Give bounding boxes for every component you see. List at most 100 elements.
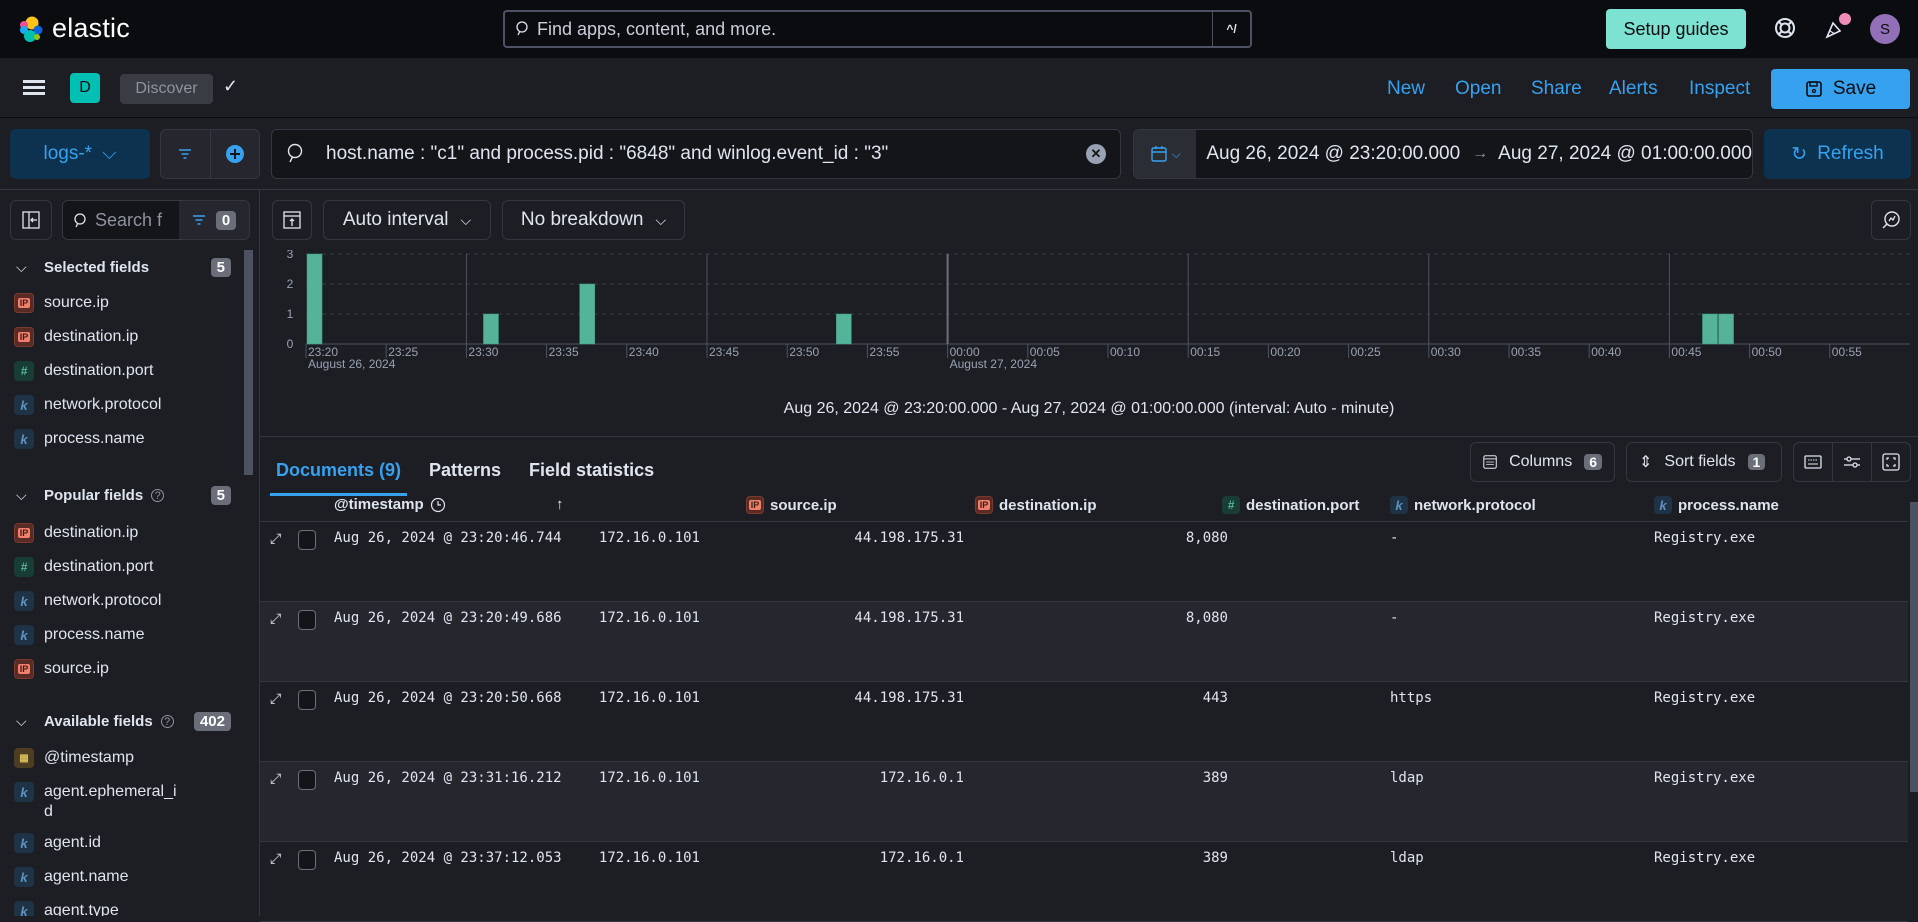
breadcrumb-discover[interactable]: Discover xyxy=(120,74,213,104)
y-tick-label: 2 xyxy=(287,277,294,291)
table-row[interactable]: ⤢ Aug 26, 2024 @ 23:31:16.212 172.16.0.101… xyxy=(260,762,1908,842)
query-bar: logs-* ⌵ host.name : "c1" and process.pi… xyxy=(0,118,1918,190)
table-row[interactable]: ⤢ Aug 26, 2024 @ 23:37:12.053 172.16.0.101… xyxy=(260,842,1908,922)
fullscreen-button[interactable] xyxy=(1872,443,1910,481)
chart-options-button[interactable] xyxy=(1871,200,1911,240)
keyboard-shortcuts-button[interactable] xyxy=(1794,443,1833,481)
expand-row-icon[interactable]: ⤢ xyxy=(270,850,281,867)
histogram-bar[interactable] xyxy=(579,283,595,345)
section-header-popular-fields[interactable]: ⌵ Popular fields? 5 xyxy=(16,486,231,505)
field-list-item[interactable]: # destination.port xyxy=(14,361,184,381)
field-name: destination.port xyxy=(44,558,154,575)
date-picker[interactable]: ⌵ Aug 26, 2024 @ 23:20:00.000 → Aug 27, … xyxy=(1133,129,1753,179)
visualize-icon xyxy=(1882,211,1900,229)
column-header-source-ip[interactable]: source.ip xyxy=(746,496,837,514)
field-list-item[interactable]: destination.ip xyxy=(14,523,184,543)
open-link[interactable]: Open xyxy=(1455,78,1501,100)
expand-row-icon[interactable]: ⤢ xyxy=(270,770,281,787)
row-checkbox[interactable] xyxy=(298,770,316,790)
ip-type-icon xyxy=(14,327,34,347)
keyboard-icon xyxy=(1804,455,1822,469)
column-header-destination-port[interactable]: # destination.port xyxy=(1222,496,1359,514)
setup-guides-button[interactable]: Setup guides xyxy=(1606,9,1746,49)
expand-row-icon[interactable]: ⤢ xyxy=(270,690,281,707)
field-list-item[interactable]: destination.ip xyxy=(14,327,184,347)
histogram-bar[interactable] xyxy=(1718,313,1734,345)
histogram-bar[interactable] xyxy=(836,313,852,345)
field-list-item[interactable]: k network.protocol xyxy=(14,395,184,415)
interval-selector[interactable]: Auto interval ⌵ xyxy=(323,200,491,240)
new-link[interactable]: New xyxy=(1387,78,1425,100)
date-type-icon: ▦ xyxy=(14,748,34,768)
table-row[interactable]: ⤢ Aug 26, 2024 @ 23:20:46.744 172.16.0.101… xyxy=(260,522,1908,602)
alerts-link[interactable]: Alerts xyxy=(1609,78,1658,100)
help-icon[interactable]: ? xyxy=(160,715,174,728)
field-search-placeholder: Search f xyxy=(95,209,163,230)
start-date[interactable]: Aug 26, 2024 @ 23:20:00.000 xyxy=(1206,143,1460,165)
help-icon[interactable]: ? xyxy=(151,489,165,502)
row-checkbox[interactable] xyxy=(298,530,316,550)
space-avatar[interactable]: D xyxy=(70,73,100,103)
filter-menu-button[interactable] xyxy=(161,130,211,178)
histogram-caption: Aug 26, 2024 @ 23:20:00.000 - Aug 27, 20… xyxy=(783,400,1395,417)
row-checkbox[interactable] xyxy=(298,610,316,630)
histogram-chart[interactable]: 012323:20 23:25 23:30 23:35 23:40 23:45 23:50 2… xyxy=(260,250,1918,380)
data-view-picker[interactable]: logs-* ⌵ xyxy=(10,129,150,179)
field-search-input[interactable]: Search f xyxy=(63,201,179,239)
expand-row-icon[interactable]: ⤢ xyxy=(270,610,281,627)
display-settings-button[interactable] xyxy=(1833,443,1872,481)
row-checkbox[interactable] xyxy=(298,690,316,710)
field-list-item[interactable]: source.ip xyxy=(14,659,184,679)
field-list-item[interactable]: source.ip xyxy=(14,293,184,313)
table-row[interactable]: ⤢ Aug 26, 2024 @ 23:20:49.686 172.16.0.101… xyxy=(260,602,1908,682)
end-date[interactable]: Aug 27, 2024 @ 01:00:00.000 xyxy=(1498,143,1752,165)
field-list-item[interactable]: k process.name xyxy=(14,625,184,645)
help-lifebuoy-icon[interactable] xyxy=(1774,17,1798,41)
sort-ascending-icon[interactable]: ↑ xyxy=(556,496,564,513)
table-row[interactable]: ⤢ Aug 26, 2024 @ 23:20:50.668 172.16.0.101… xyxy=(260,682,1908,762)
column-header-destination-ip[interactable]: destination.ip xyxy=(975,496,1097,514)
row-checkbox[interactable] xyxy=(298,850,316,870)
share-link[interactable]: Share xyxy=(1531,78,1582,100)
field-list-item[interactable]: k agent.name xyxy=(14,867,184,887)
section-header-selected-fields[interactable]: ⌵ Selected fields 5 xyxy=(16,258,231,277)
field-list-item[interactable]: k agent.id xyxy=(14,833,184,853)
sort-fields-button[interactable]: ⇕ Sort fields 1 xyxy=(1626,442,1782,482)
column-header-process-name[interactable]: k process.name xyxy=(1654,496,1779,514)
sidebar-scrollbar[interactable] xyxy=(244,250,253,900)
field-list-item[interactable]: k network.protocol xyxy=(14,591,184,611)
field-list-item[interactable]: k agent.type xyxy=(14,901,184,916)
field-list-item[interactable]: ▦ @timestamp xyxy=(14,748,184,768)
field-list-item[interactable]: k process.name xyxy=(14,429,184,449)
section-header-available-fields[interactable]: ⌵ Available fields? 402 xyxy=(16,712,231,731)
column-header-network-protocol[interactable]: k network.protocol xyxy=(1390,496,1536,514)
quick-menu-button[interactable]: ⌵ xyxy=(1134,130,1197,178)
hide-chart-button[interactable] xyxy=(272,200,312,240)
query-text: host.name : "c1" and process.pid : "6848… xyxy=(326,143,889,164)
table-scrollbar[interactable] xyxy=(1910,490,1918,916)
columns-button[interactable]: Columns 6 xyxy=(1470,442,1615,482)
histogram-bar[interactable] xyxy=(1702,313,1718,345)
column-header-timestamp[interactable]: @timestamp xyxy=(334,496,446,513)
inspect-link[interactable]: Inspect xyxy=(1689,78,1750,100)
menu-icon[interactable] xyxy=(23,80,45,96)
global-search-input[interactable]: Find apps, content, and more. ^/ xyxy=(503,10,1252,48)
histogram-bar[interactable] xyxy=(306,253,323,345)
expand-row-icon[interactable]: ⤢ xyxy=(270,530,281,547)
save-button[interactable]: Save xyxy=(1771,69,1910,109)
collapse-sidebar-button[interactable] xyxy=(10,200,52,240)
refresh-button[interactable]: ↻ Refresh xyxy=(1764,129,1911,179)
elastic-logo[interactable]: elastic xyxy=(18,13,130,44)
cell-destination-port: 8,080 xyxy=(1185,610,1228,626)
histogram-bar[interactable] xyxy=(483,313,499,345)
field-type-filter-button[interactable]: 0 xyxy=(179,201,249,239)
field-name: destination.ip xyxy=(44,328,139,345)
user-avatar[interactable]: S xyxy=(1870,14,1900,44)
cell-destination-ip: 44.198.175.31 xyxy=(854,610,964,626)
field-list-item[interactable]: k agent.ephemeral_id xyxy=(14,782,184,822)
kql-query-input[interactable]: host.name : "c1" and process.pid : "6848… xyxy=(271,129,1121,179)
breakdown-selector[interactable]: No breakdown ⌵ xyxy=(502,200,685,240)
add-filter-button[interactable] xyxy=(211,130,260,178)
clear-query-icon[interactable]: ✕ xyxy=(1086,144,1106,164)
field-list-item[interactable]: # destination.port xyxy=(14,557,184,577)
